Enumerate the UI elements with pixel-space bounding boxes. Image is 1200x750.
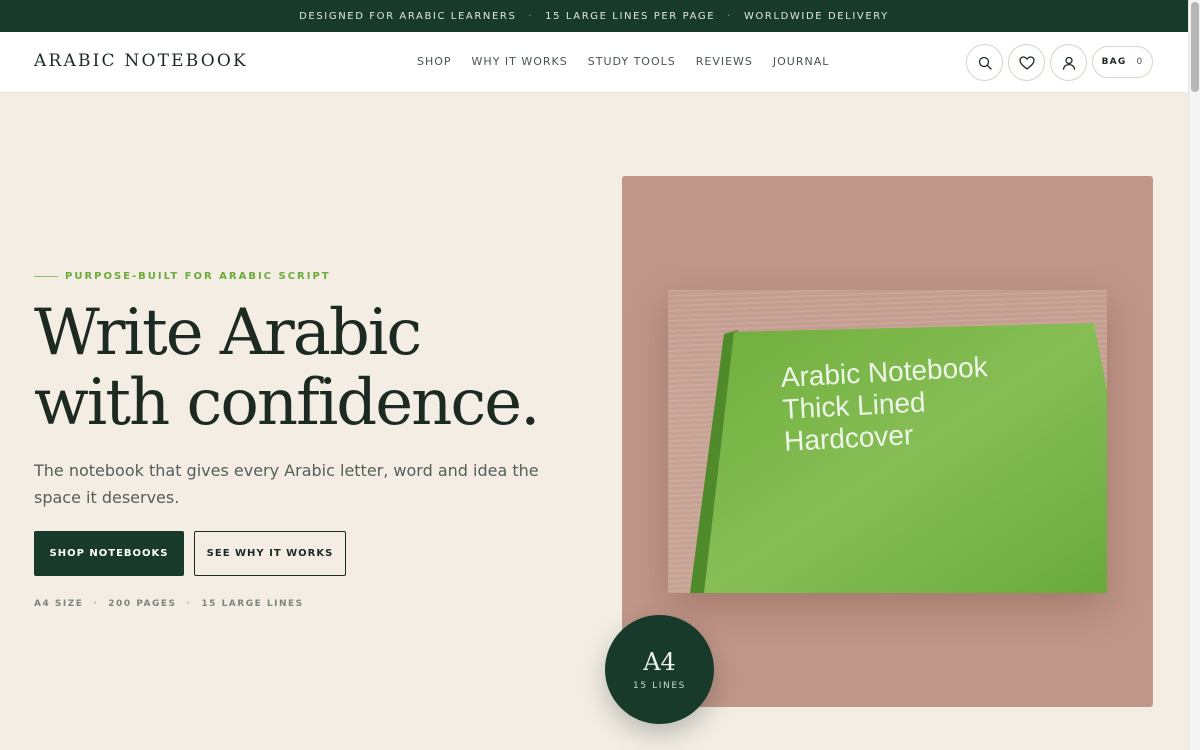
product-image-panel: Arabic Notebook Thick Lined Hardcover bbox=[622, 176, 1153, 707]
hero-eyebrow: PURPOSE-BUILT FOR ARABIC SCRIPT bbox=[34, 271, 331, 282]
page-scrollbar[interactable] bbox=[1188, 0, 1200, 750]
search-icon bbox=[978, 56, 992, 70]
announcement-item: DESIGNED FOR ARABIC LEARNERS bbox=[299, 10, 517, 22]
size-badge: A4 15 LINES bbox=[605, 615, 714, 724]
eyebrow-text: PURPOSE-BUILT FOR ARABIC SCRIPT bbox=[65, 271, 331, 282]
hero-headline: Write Arabic with confidence. bbox=[34, 298, 594, 438]
scrollbar-thumb[interactable] bbox=[1191, 2, 1199, 92]
spec-item: A4 SIZE bbox=[34, 599, 84, 609]
product-specs: A4 SIZE · 200 PAGES · 15 LARGE LINES bbox=[34, 599, 304, 609]
nav-item-reviews[interactable]: REVIEWS bbox=[696, 55, 753, 68]
announcement-bar: DESIGNED FOR ARABIC LEARNERS · 15 LARGE … bbox=[0, 0, 1188, 32]
heart-icon bbox=[1018, 55, 1035, 70]
announcement-item: WORLDWIDE DELIVERY bbox=[743, 10, 889, 22]
shop-notebooks-button[interactable]: SHOP NOTEBOOKS bbox=[34, 531, 184, 576]
nav-item-shop[interactable]: SHOP bbox=[417, 55, 452, 68]
nav-item-why-it-works[interactable]: WHY IT WORKS bbox=[472, 55, 568, 68]
spec-separator: · bbox=[93, 599, 99, 609]
bag-count: 0 bbox=[1136, 57, 1144, 67]
wishlist-button[interactable] bbox=[1008, 44, 1045, 81]
account-button[interactable] bbox=[1050, 44, 1087, 81]
eyebrow-rule bbox=[34, 276, 58, 277]
site-header: ARABIC NOTEBOOK SHOP WHY IT WORKS STUDY … bbox=[0, 32, 1188, 93]
spec-item: 200 PAGES bbox=[108, 599, 177, 609]
announcement-separator: · bbox=[528, 10, 534, 22]
announcement-separator: · bbox=[727, 10, 732, 22]
user-icon bbox=[1062, 56, 1075, 70]
badge-lines: 15 LINES bbox=[633, 680, 686, 691]
product-photo[interactable]: Arabic Notebook Thick Lined Hardcover bbox=[668, 290, 1107, 593]
nav-item-study-tools[interactable]: STUDY TOOLS bbox=[588, 55, 676, 68]
headline-line-2: with confidence. bbox=[34, 366, 540, 440]
spec-item: 15 LARGE LINES bbox=[201, 599, 304, 609]
headline-line-1: Write Arabic bbox=[34, 296, 422, 370]
search-button[interactable] bbox=[966, 44, 1003, 81]
see-why-it-works-button[interactable]: SEE WHY IT WORKS bbox=[194, 531, 346, 576]
bag-button[interactable]: BAG 0 bbox=[1092, 46, 1153, 78]
spec-separator: · bbox=[186, 599, 192, 609]
announcement-item: 15 LARGE LINES PER PAGE bbox=[545, 10, 716, 22]
bag-label: BAG bbox=[1101, 57, 1127, 67]
notebook-cover-text: Arabic Notebook Thick Lined Hardcover bbox=[780, 351, 989, 457]
main-nav: SHOP WHY IT WORKS STUDY TOOLS REVIEWS JO… bbox=[417, 55, 849, 68]
logo[interactable]: ARABIC NOTEBOOK bbox=[34, 51, 248, 71]
badge-size: A4 bbox=[643, 647, 676, 676]
nav-item-journal[interactable]: JOURNAL bbox=[773, 55, 829, 68]
hero-subheading: The notebook that gives every Arabic let… bbox=[34, 461, 539, 507]
